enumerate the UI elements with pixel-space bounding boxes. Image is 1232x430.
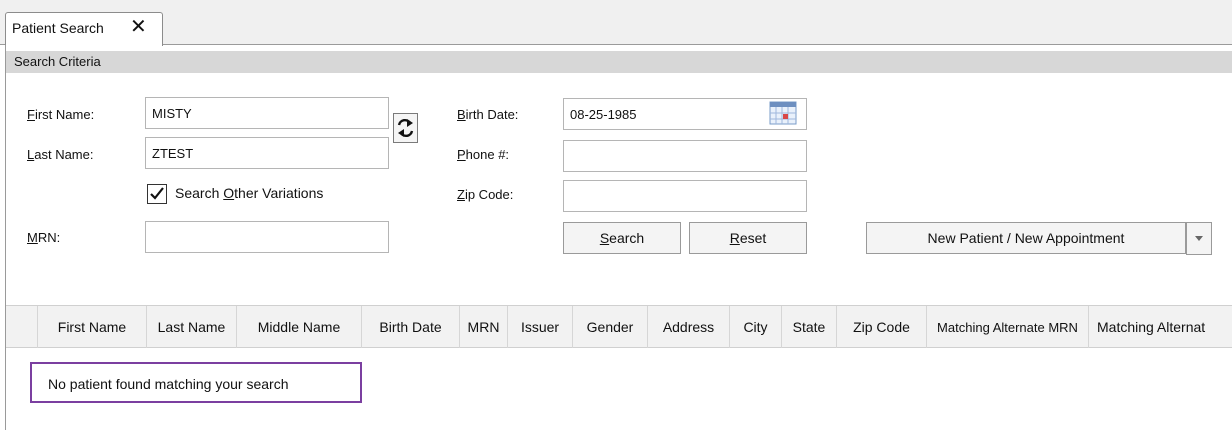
row-selector-column — [6, 306, 38, 348]
calendar-icon[interactable] — [769, 101, 797, 125]
zip-code-field[interactable] — [563, 180, 807, 212]
zip-code-label: Zip Code: — [457, 187, 514, 202]
search-criteria-title: Search Criteria — [14, 54, 101, 69]
reset-button-rest: eset — [739, 230, 767, 246]
search-button-rest: earch — [609, 230, 645, 246]
mrn-label: MRN: — [27, 230, 61, 245]
phone-label-rest: hone #: — [465, 147, 510, 162]
column-city[interactable]: City — [730, 306, 782, 348]
last-name-label-rest: ast Name: — [34, 147, 94, 162]
column-issuer[interactable]: Issuer — [508, 306, 573, 348]
column-middle-name[interactable]: Middle Name — [237, 306, 362, 348]
checkmark-icon — [150, 187, 164, 200]
tab-label: Patient Search — [12, 20, 104, 36]
phone-field[interactable] — [563, 140, 807, 172]
swap-names-button[interactable] — [393, 113, 418, 143]
column-state[interactable]: State — [782, 306, 837, 348]
first-name-label: First Name: — [27, 107, 95, 122]
chevron-down-icon — [1195, 236, 1203, 241]
no-results-text: No patient found matching your search — [48, 376, 289, 392]
search-criteria-header: Search Criteria — [6, 51, 1232, 73]
column-address[interactable]: Address — [648, 306, 730, 348]
mrn-field[interactable] — [145, 221, 389, 253]
swap-arrows-icon — [397, 118, 414, 138]
no-results-message: No patient found matching your search — [30, 362, 362, 403]
zip-code-label-rest: ip Code: — [464, 187, 514, 202]
results-grid-header: First Name Last Name Middle Name Birth D… — [6, 305, 1232, 348]
search-variations-label: Search Other Variations — [175, 185, 324, 201]
close-icon[interactable]: ✕ — [130, 16, 147, 38]
column-birth-date[interactable]: Birth Date — [362, 306, 460, 348]
reset-button[interactable]: Reset — [689, 222, 807, 254]
first-name-field[interactable]: MISTY — [145, 97, 389, 129]
new-patient-button[interactable]: New Patient / New Appointment — [866, 222, 1186, 254]
new-patient-dropdown-button[interactable] — [1186, 222, 1212, 255]
mrn-label-rest: RN: — [37, 230, 61, 245]
birth-date-label: Birth Date: — [457, 107, 519, 122]
column-gender[interactable]: Gender — [573, 306, 648, 348]
column-mrn[interactable]: MRN — [460, 306, 508, 348]
first-name-label-rest: irst Name: — [34, 107, 95, 122]
last-name-field[interactable]: ZTEST — [145, 137, 389, 169]
last-name-label: Last Name: — [27, 147, 94, 162]
search-variations-checkbox[interactable] — [147, 184, 167, 204]
column-matching-alternate[interactable]: Matching Alternat — [1089, 306, 1232, 348]
column-zip-code[interactable]: Zip Code — [837, 306, 927, 348]
birth-date-label-rest: irth Date: — [465, 107, 519, 122]
column-matching-alternate-mrn[interactable]: Matching Alternate MRN — [927, 306, 1089, 348]
phone-label: Phone #: — [457, 147, 510, 162]
search-variations-label-rest: ther Variations — [234, 185, 324, 201]
tab-strip: Patient Search ✕ — [0, 0, 1232, 46]
tab-patient-search[interactable]: Patient Search ✕ — [5, 12, 163, 46]
search-button[interactable]: Search — [563, 222, 681, 254]
column-last-name[interactable]: Last Name — [147, 306, 237, 348]
column-first-name[interactable]: First Name — [38, 306, 147, 348]
